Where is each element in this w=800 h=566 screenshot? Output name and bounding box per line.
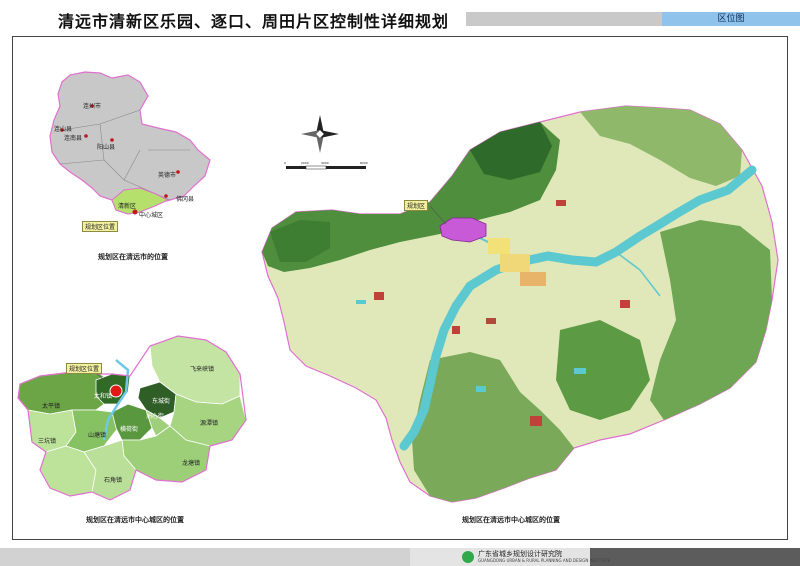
place-label: 英德市	[158, 172, 177, 179]
town-label: 石角镇	[104, 477, 123, 484]
urban-patch	[488, 238, 510, 254]
water-patch	[574, 368, 586, 374]
place-label: 连山县	[54, 126, 73, 133]
place-label: 连州市	[83, 103, 102, 110]
town-label: 横荷街	[120, 426, 139, 433]
town-label: 洲心街	[146, 413, 165, 420]
place-label: 佛冈县	[176, 196, 195, 203]
town-label: 东城街	[152, 398, 171, 405]
city-center-marker	[132, 209, 138, 215]
plan-location-callout: 规划区位置	[66, 363, 103, 374]
city-marker	[84, 134, 88, 138]
urban-patch	[486, 318, 496, 324]
water-patch	[356, 300, 366, 304]
city-marker	[164, 194, 168, 198]
institute-logo-icon	[462, 551, 474, 563]
town-label: 源潭镇	[200, 420, 219, 427]
town-label: 三坑镇	[38, 438, 57, 445]
city-marker	[176, 170, 180, 174]
footer-bar	[0, 548, 410, 566]
scale-label: 8000	[360, 161, 368, 165]
urban-patch	[620, 300, 630, 308]
planning-area-map	[261, 105, 779, 503]
town-label: 山塘镇	[88, 432, 107, 439]
town-label: 龙塘镇	[182, 460, 201, 467]
map3-caption: 规划区在清远市中心城区的位置	[462, 516, 560, 524]
footer-org-name-en: GUANGDONG URBAN & RURAL PLANNING AND DES…	[478, 558, 611, 563]
urban-patch	[500, 254, 530, 272]
place-label: 中心城区	[139, 212, 164, 219]
place-label: 清新区	[118, 203, 137, 210]
urban-patch	[374, 292, 384, 300]
scale-bar	[286, 165, 366, 170]
plan-area-callout: 规划区	[404, 200, 429, 211]
scale-label: 0	[284, 161, 286, 165]
scale-label: 4000	[321, 161, 329, 165]
map1-caption: 规划区在清远市的位置	[98, 253, 168, 261]
plan-location-callout: 规划区位置	[82, 221, 119, 232]
urban-patch	[556, 200, 566, 206]
place-label: 阳山县	[97, 144, 116, 151]
north-arrow-icon	[301, 115, 339, 153]
place-label: 连南县	[64, 135, 83, 142]
map2-caption: 规划区在清远市中心城区的位置	[86, 516, 184, 524]
town-label: 太和镇	[94, 393, 113, 400]
town-label: 飞来峡镇	[190, 366, 215, 373]
water-patch	[476, 386, 486, 392]
urban-patch	[520, 272, 546, 286]
urban-patch	[530, 416, 542, 426]
town-label: 太平镇	[42, 403, 61, 410]
scale-label: 2000	[301, 161, 309, 165]
urban-patch	[452, 326, 460, 334]
